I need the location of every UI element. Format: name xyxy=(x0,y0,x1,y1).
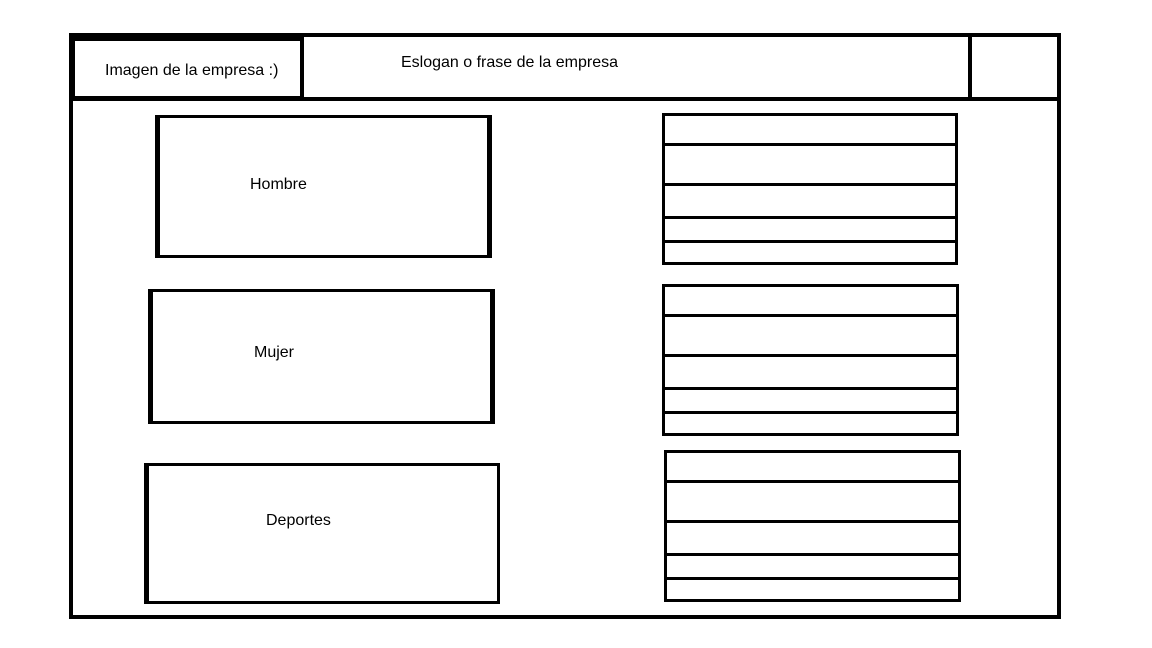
category-label-hombre: Hombre xyxy=(250,176,307,193)
list-panel-1 xyxy=(662,113,958,265)
list-row-divider xyxy=(665,143,955,146)
category-box-hombre[interactable] xyxy=(155,115,492,258)
category-label-mujer: Mujer xyxy=(254,344,295,361)
list-row-divider xyxy=(667,520,958,523)
header-corner-box[interactable] xyxy=(968,35,1059,101)
list-row-divider xyxy=(665,411,956,414)
list-panel-3 xyxy=(664,450,961,602)
company-logo-label: Imagen de la empresa :) xyxy=(105,62,279,79)
list-row-divider xyxy=(665,314,956,317)
list-row-divider xyxy=(665,240,955,243)
list-row-divider xyxy=(667,480,958,483)
list-row-divider xyxy=(665,216,955,219)
list-row-divider xyxy=(667,553,958,556)
company-slogan: Eslogan o frase de la empresa xyxy=(401,54,619,71)
category-box-deportes[interactable] xyxy=(144,463,500,604)
category-box-mujer[interactable] xyxy=(148,289,495,424)
list-panel-2 xyxy=(662,284,959,436)
category-label-deportes: Deportes xyxy=(266,512,331,529)
list-row-divider xyxy=(665,387,956,390)
list-row-divider xyxy=(665,354,956,357)
list-row-divider xyxy=(667,577,958,580)
list-row-divider xyxy=(665,183,955,186)
